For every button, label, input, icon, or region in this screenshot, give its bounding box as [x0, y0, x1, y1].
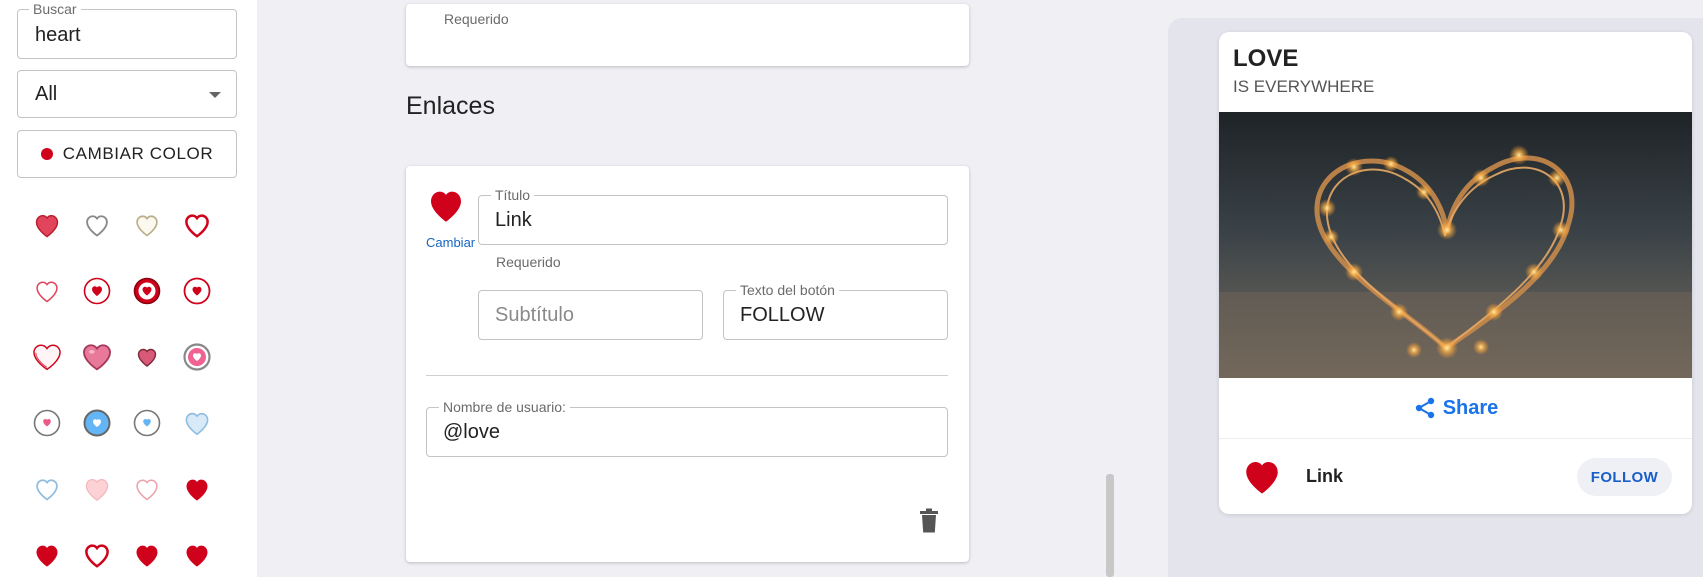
username-value[interactable]: @love	[443, 421, 500, 444]
heart-circle-pink-icon[interactable]	[22, 398, 72, 448]
heart-pink-3d-icon[interactable]	[72, 332, 122, 382]
heart-small-filled-icon[interactable]	[122, 332, 172, 382]
heart-solid-red-4-icon[interactable]	[172, 530, 222, 577]
change-color-label: CAMBIAR COLOR	[62, 144, 214, 163]
heart-lights-photo	[1219, 112, 1692, 378]
title-value[interactable]: Link	[495, 209, 532, 232]
title-label: Título	[491, 187, 535, 203]
heart-light-pink-icon[interactable]	[72, 464, 122, 514]
title-field[interactable]: Título Link	[478, 187, 948, 245]
heart-light-blue-icon[interactable]	[172, 398, 222, 448]
heart-outline-pale-icon[interactable]	[122, 464, 172, 514]
heart-in-ring-icon[interactable]	[172, 332, 222, 382]
link-heart-icon[interactable]	[426, 186, 466, 229]
profile-card: Requerido	[406, 4, 969, 66]
share-icon	[1415, 397, 1434, 419]
heart-circle-blue-icon[interactable]	[72, 398, 122, 448]
heart-in-circle-bold-icon[interactable]	[122, 266, 172, 316]
heart-outline-light-blue-icon[interactable]	[22, 464, 72, 514]
preview-link-title[interactable]: Link	[1306, 466, 1343, 487]
username-label: Nombre de usuario:	[439, 399, 570, 415]
delete-icon[interactable]	[918, 508, 940, 539]
heart-outline-red-2-icon[interactable]	[72, 530, 122, 577]
search-field[interactable]: Buscar heart	[17, 1, 237, 59]
heart-sketch-icon[interactable]	[22, 332, 72, 382]
heart-circle-light-blue-icon[interactable]	[122, 398, 172, 448]
divider	[426, 375, 948, 376]
search-label: Buscar	[29, 1, 81, 17]
heart-solid-red-2-icon[interactable]	[22, 530, 72, 577]
heart-outline-thin-icon[interactable]	[22, 266, 72, 316]
icon-picker-panel: Buscar heart All CAMBIAR COLOR	[0, 0, 257, 577]
search-value[interactable]: heart	[35, 24, 81, 47]
button-text-value[interactable]: FOLLOW	[740, 304, 824, 327]
heart-filled-icon[interactable]	[22, 200, 72, 250]
preview-card: LOVE IS EVERYWHERE Share Link FOLLOW	[1219, 32, 1692, 514]
follow-button[interactable]: FOLLOW	[1577, 458, 1672, 496]
preview-link-heart-icon	[1241, 456, 1283, 501]
heart-outline-beige-icon[interactable]	[122, 200, 172, 250]
title-required-helper: Requerido	[496, 254, 561, 270]
subtitle-field[interactable]: Subtítulo	[478, 290, 703, 340]
chevron-down-icon	[209, 92, 221, 98]
share-label: Share	[1442, 396, 1499, 419]
heart-outline-red-icon[interactable]	[172, 200, 222, 250]
heart-in-circle-icon[interactable]	[72, 266, 122, 316]
link-editor-card: Cambiar Título Link Requerido Subtítulo …	[406, 166, 969, 562]
change-icon-link[interactable]: Cambiar	[426, 235, 475, 250]
preview-title: LOVE	[1233, 45, 1299, 72]
username-field[interactable]: Nombre de usuario: @love	[426, 399, 948, 457]
button-text-label: Texto del botón	[736, 282, 839, 298]
category-select-value: All	[35, 83, 58, 105]
category-select[interactable]: All	[17, 70, 237, 118]
required-helper: Requerido	[444, 11, 509, 27]
button-text-field[interactable]: Texto del botón FOLLOW	[723, 282, 948, 340]
preview-subtitle: IS EVERYWHERE	[1233, 77, 1375, 96]
heart-solid-red-icon[interactable]	[172, 464, 222, 514]
color-dot-icon	[40, 148, 53, 160]
scrollbar-thumb[interactable]	[1106, 474, 1114, 577]
links-section-title: Enlaces	[406, 92, 495, 120]
change-color-button[interactable]: CAMBIAR COLOR	[17, 130, 237, 178]
heart-outline-gray-icon[interactable]	[72, 200, 122, 250]
share-button[interactable]: Share	[1219, 378, 1692, 439]
subtitle-placeholder[interactable]: Subtítulo	[495, 304, 574, 327]
heart-in-circle-outline-icon[interactable]	[172, 266, 222, 316]
heart-solid-red-3-icon[interactable]	[122, 530, 172, 577]
